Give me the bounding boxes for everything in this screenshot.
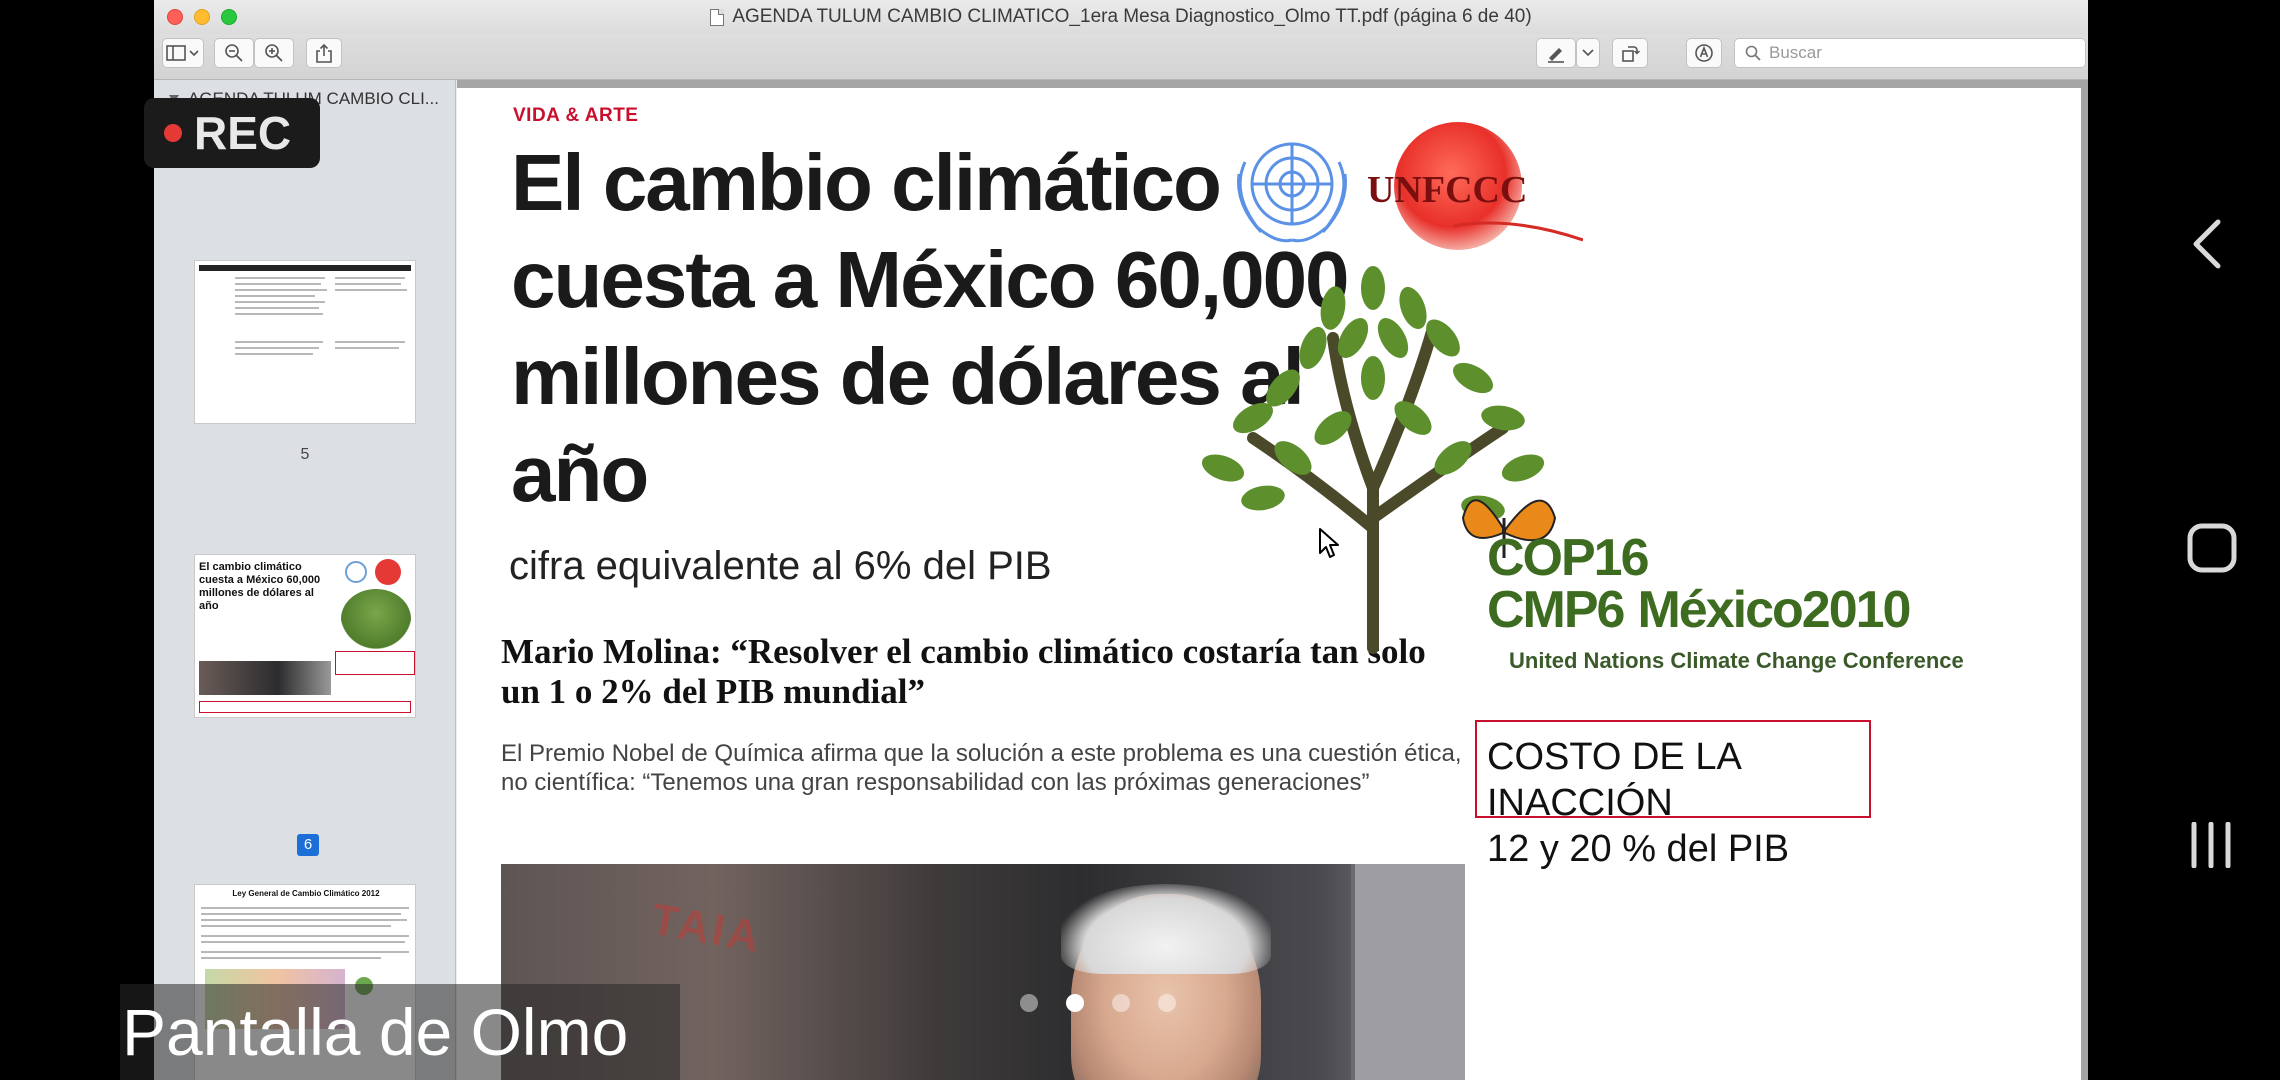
share-button[interactable] bbox=[306, 38, 342, 68]
unfccc-logo-text: UNFCCC bbox=[1367, 169, 1527, 211]
search-field[interactable] bbox=[1734, 38, 2086, 68]
thumbnail-headline: El cambio climático cuesta a México 60,0… bbox=[199, 561, 321, 612]
cop16-text: COP16 bbox=[1487, 529, 1650, 587]
back-nav-icon[interactable] bbox=[2188, 218, 2228, 270]
recording-label: REC bbox=[194, 107, 292, 159]
pen-icon bbox=[1548, 48, 1564, 63]
zoom-in-button[interactable] bbox=[254, 38, 294, 68]
sidebar-toggle-button[interactable] bbox=[162, 38, 204, 68]
window-title-text: AGENDA TULUM CAMBIO CLIMATICO_1era Mesa … bbox=[732, 6, 1532, 27]
photo-person-hair bbox=[1061, 884, 1271, 974]
screen: AGENDA TULUM CAMBIO CLIMATICO_1era Mesa … bbox=[0, 0, 2280, 1080]
article-lede: El Premio Nobel de Química afirma que la… bbox=[501, 740, 1462, 796]
rotate-icon bbox=[1622, 46, 1640, 62]
close-window-button[interactable] bbox=[167, 9, 183, 25]
chevron-down-icon bbox=[1582, 49, 1594, 57]
mouse-pointer-icon bbox=[1319, 528, 1339, 558]
cop16-wordmark: COP16 CMP6 México2010 bbox=[1487, 529, 1911, 639]
page-dot[interactable] bbox=[1020, 994, 1038, 1012]
screen-page-indicator bbox=[1020, 994, 1176, 1012]
page-thumbnail-label: 5 bbox=[300, 446, 310, 463]
page-dot[interactable] bbox=[1112, 994, 1130, 1012]
recording-indicator: REC bbox=[144, 98, 320, 168]
mexico2010-text: México2010 bbox=[1637, 581, 1911, 639]
article-subhead: cifra equivalente al 6% del PIB bbox=[509, 544, 1052, 588]
cost-of-inaction-box: COSTO DE LA INACCIÓN 12 y 20 % del PIB bbox=[1475, 720, 1871, 870]
photo-sign-text: TAIA bbox=[647, 894, 766, 963]
thumbnail-title: Ley General de Cambio Climático 2012 bbox=[232, 889, 380, 898]
zoom-window-button[interactable] bbox=[221, 9, 237, 25]
section-tag: VIDA & ARTE bbox=[513, 105, 639, 126]
page-thumbnail-label-selected: 6 bbox=[297, 834, 319, 856]
home-nav-icon[interactable] bbox=[2186, 522, 2238, 574]
cost-box-title: COSTO DE LA INACCIÓN bbox=[1487, 736, 1740, 824]
markup-pen-button[interactable] bbox=[1536, 38, 1576, 68]
pdf-document-icon bbox=[710, 8, 725, 26]
presenter-name: Pantalla de Olmo bbox=[122, 995, 629, 1069]
preview-window: AGENDA TULUM CAMBIO CLIMATICO_1era Mesa … bbox=[154, 0, 2088, 1080]
zoom-out-button[interactable] bbox=[214, 38, 254, 68]
markup-toolbar-icon bbox=[1695, 44, 1713, 62]
record-dot-icon bbox=[164, 124, 182, 142]
zoom-in-icon bbox=[265, 44, 283, 62]
pdf-page: VIDA & ARTE El cambio climático cuesta a… bbox=[457, 88, 2081, 1080]
markup-menu-button[interactable] bbox=[1576, 38, 1600, 68]
sidebar-icon bbox=[166, 45, 199, 61]
recent-apps-nav-icon[interactable] bbox=[2188, 822, 2234, 868]
annotate-button[interactable] bbox=[1686, 38, 1722, 68]
share-icon bbox=[316, 43, 332, 63]
title-bar: AGENDA TULUM CAMBIO CLIMATICO_1era Mesa … bbox=[154, 0, 2088, 34]
cmp6-mexico-text: CMP6 México2010 bbox=[1487, 581, 1911, 639]
rotate-button[interactable] bbox=[1612, 38, 1648, 68]
photo-building bbox=[1351, 864, 1465, 1080]
cmp6-text: CMP6 bbox=[1487, 581, 1625, 639]
page-dot-active[interactable] bbox=[1066, 994, 1084, 1012]
search-input[interactable] bbox=[1769, 43, 2069, 63]
thumbnail-sidebar: AGENDA TULUM CAMBIO CLI... bbox=[154, 80, 456, 1080]
document-view[interactable]: VIDA & ARTE El cambio climático cuesta a… bbox=[457, 80, 2088, 1080]
cost-box-value: 12 y 20 % del PIB bbox=[1487, 828, 1790, 870]
presenter-name-overlay: Pantalla de Olmo bbox=[120, 984, 680, 1080]
window-title: AGENDA TULUM CAMBIO CLIMATICO_1era Mesa … bbox=[710, 6, 1532, 28]
toolbar bbox=[154, 34, 2088, 80]
cop16-subtitle: United Nations Climate Change Conference bbox=[1509, 648, 1964, 673]
page-thumbnail-6[interactable]: El cambio climático cuesta a México 60,0… bbox=[194, 554, 416, 718]
page-thumbnail-5[interactable] bbox=[194, 260, 416, 424]
minimize-window-button[interactable] bbox=[194, 9, 210, 25]
page-dot[interactable] bbox=[1158, 994, 1176, 1012]
zoom-out-icon bbox=[225, 44, 243, 62]
search-icon bbox=[1745, 45, 1761, 61]
